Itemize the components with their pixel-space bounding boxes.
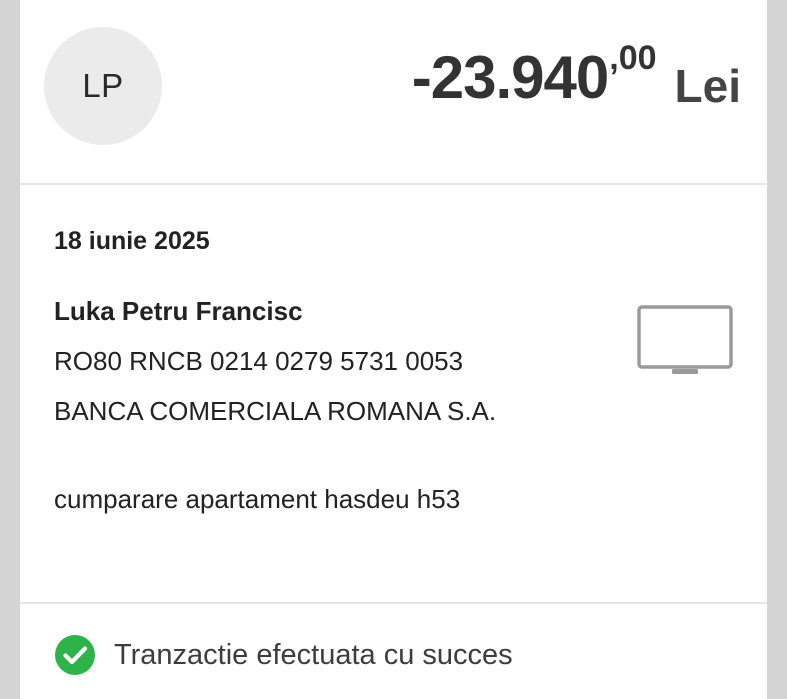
transaction-amount: -23.940 ,00 Lei — [412, 38, 741, 126]
check-circle-icon — [55, 635, 95, 675]
transaction-card: LP -23.940 ,00 Lei 18 iunie 2025 Luka Pe… — [20, 0, 767, 699]
status-divider — [20, 602, 767, 604]
avatar: LP — [44, 27, 162, 145]
avatar-initials: LP — [82, 67, 124, 104]
header-divider — [20, 183, 767, 185]
recipient-name: Luka Petru Francisc — [54, 296, 303, 326]
transaction-description: cumparare apartament hasdeu h53 — [54, 484, 461, 514]
transaction-date: 18 iunie 2025 — [54, 227, 210, 255]
recipient-bank: BANCA COMERCIALA ROMANA S.A. — [54, 396, 497, 426]
transaction-status: Tranzactie efectuata cu succes — [54, 634, 513, 676]
amount-integer: -23.940 — [411, 44, 609, 111]
transaction-header: LP -23.940 ,00 Lei — [20, 0, 767, 184]
monitor-icon — [637, 305, 733, 374]
recipient-iban: RO80 RNCB 0214 0279 5731 0053 — [54, 346, 464, 376]
amount-decimals: ,00 — [609, 39, 657, 77]
amount-currency: Lei — [674, 60, 741, 112]
status-text: Tranzactie efectuata cu succes — [114, 638, 513, 671]
